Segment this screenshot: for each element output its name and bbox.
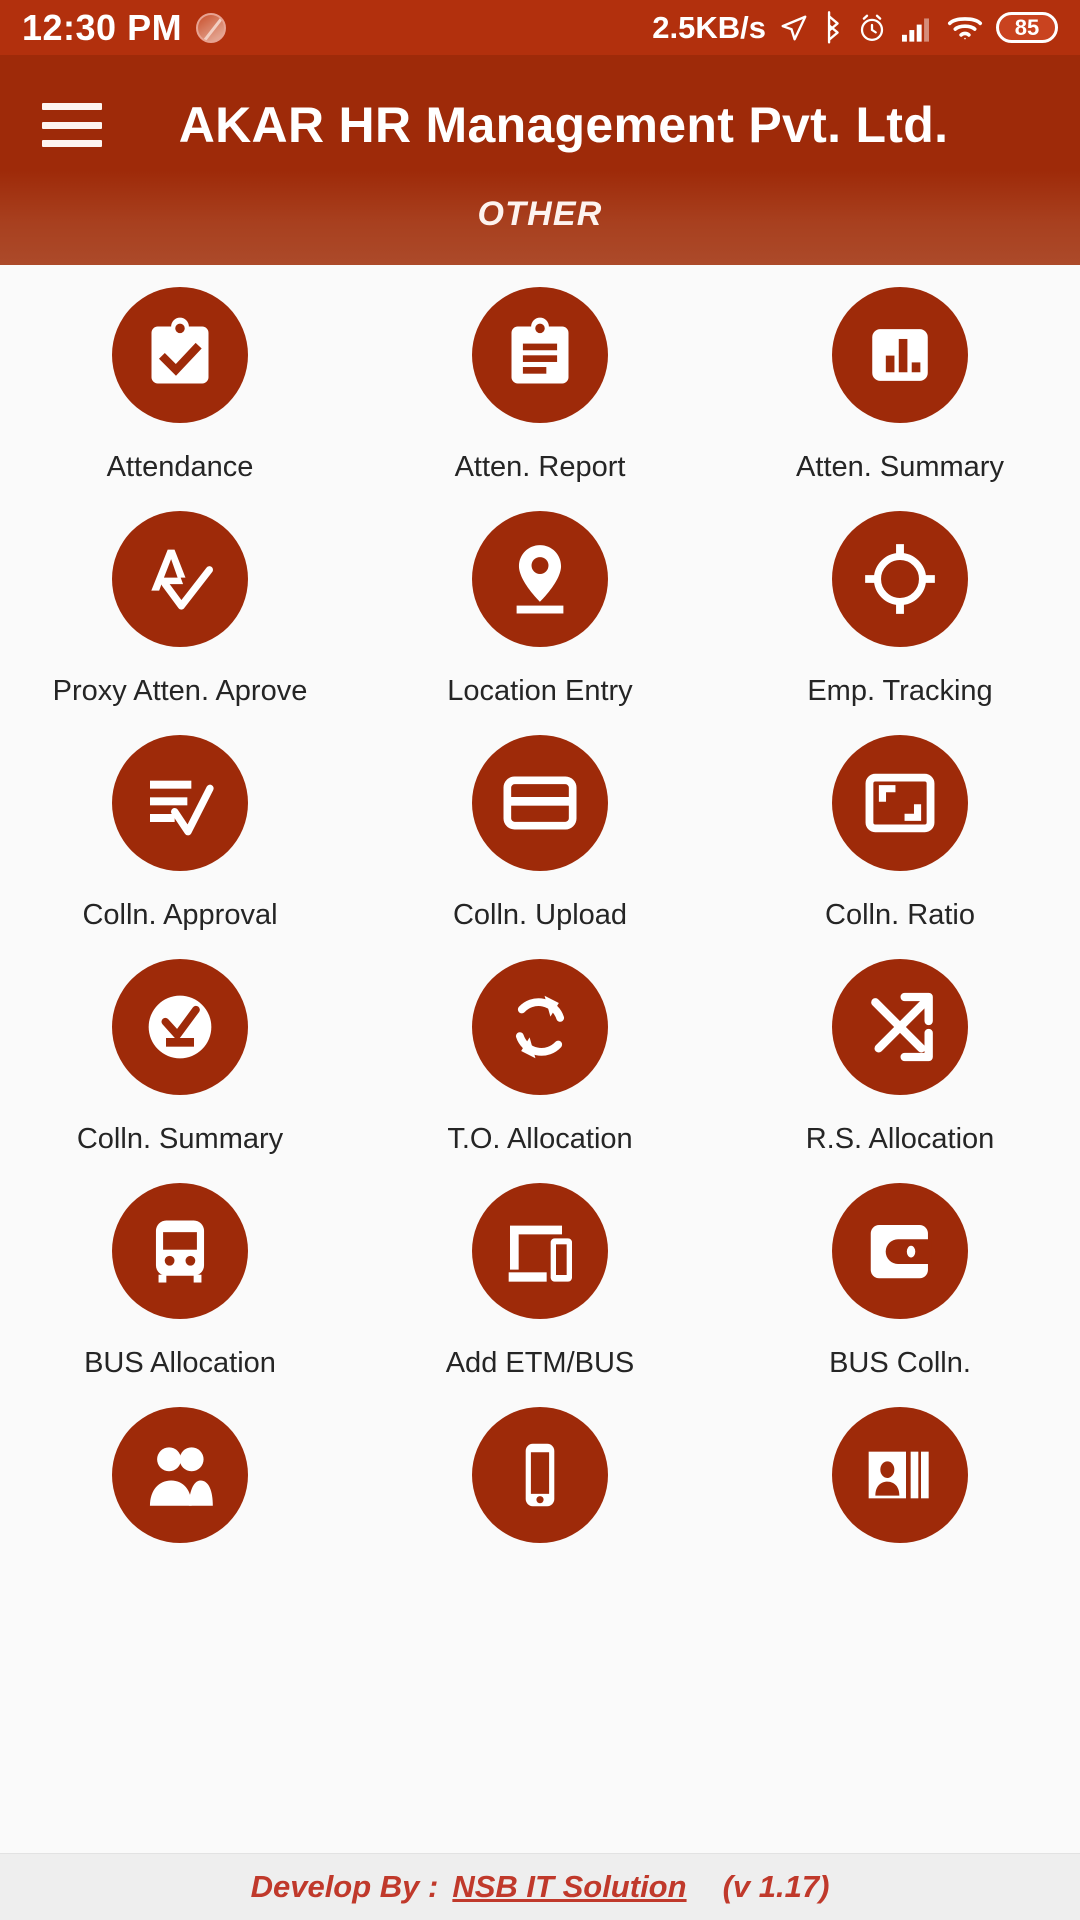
grid-item-proxy-atten-aprove[interactable]: Proxy Atten. Aprove bbox=[0, 511, 360, 735]
icon-badge bbox=[112, 1183, 248, 1319]
battery-level-text: 85 bbox=[1014, 14, 1040, 40]
bus-front-icon bbox=[155, 1220, 205, 1283]
icon-badge bbox=[832, 511, 968, 647]
grid-item-label: Colln. Upload bbox=[452, 899, 628, 931]
icon-badge bbox=[472, 287, 608, 423]
grid-item-label: Colln. Approval bbox=[82, 899, 278, 931]
wallet-coin-icon bbox=[870, 1225, 932, 1279]
circle-check-minus-icon bbox=[148, 995, 212, 1059]
clipboard-check-icon bbox=[151, 317, 209, 384]
footer-prefix-text: Develop By : bbox=[250, 1869, 439, 1904]
grid-item-label: Colln. Summary bbox=[76, 1123, 284, 1155]
icon-badge bbox=[112, 959, 248, 1095]
mobile-phone-icon bbox=[525, 1443, 555, 1507]
grid-item-rs-allocation[interactable]: R.S. Allocation bbox=[720, 959, 1080, 1183]
hamburger-line bbox=[42, 121, 102, 129]
mute-icon bbox=[196, 12, 227, 43]
tab-other[interactable]: OTHER bbox=[478, 195, 603, 234]
tab-strip: OTHER bbox=[0, 195, 1080, 265]
list-check-icon bbox=[150, 780, 214, 836]
grid-item-atten-summary[interactable]: Atten. Summary bbox=[720, 287, 1080, 511]
grid-item-label: BUS Allocation bbox=[84, 1347, 276, 1379]
icon-badge bbox=[832, 1407, 968, 1543]
menu-grid: Attendance Atten. Report Atten. Summary … bbox=[0, 265, 1080, 1631]
hamburger-line bbox=[42, 103, 102, 110]
wifi-icon bbox=[947, 16, 983, 39]
credit-card-icon bbox=[503, 776, 577, 830]
crosshair-target-icon bbox=[865, 544, 935, 614]
grid-item-partial-id-card[interactable] bbox=[720, 1407, 1080, 1631]
grid-item-label: BUS Colln. bbox=[829, 1347, 971, 1379]
grid-item-label: Emp. Tracking bbox=[807, 675, 993, 707]
network-speed-text: 2.5KB/s bbox=[652, 9, 766, 45]
icon-badge bbox=[472, 1407, 608, 1543]
grid-item-bus-allocation[interactable]: BUS Allocation bbox=[0, 1183, 360, 1407]
icon-badge bbox=[472, 1183, 608, 1319]
app-bar-top-row: AKAR HR Management Pvt. Ltd. bbox=[0, 55, 1080, 195]
icon-badge bbox=[832, 287, 968, 423]
two-people-icon bbox=[149, 1447, 213, 1506]
icon-badge bbox=[832, 735, 968, 871]
battery-indicator: 85 bbox=[996, 12, 1058, 43]
grid-item-partial-mobile[interactable] bbox=[360, 1407, 720, 1631]
icon-badge bbox=[832, 959, 968, 1095]
bar-chart-icon bbox=[872, 329, 928, 381]
clipboard-list-icon bbox=[511, 317, 569, 384]
hamburger-line bbox=[42, 140, 102, 147]
icon-badge bbox=[472, 959, 608, 1095]
devices-tablet-phone-icon bbox=[508, 1225, 572, 1282]
cellular-signal-icon bbox=[902, 17, 929, 42]
grid-item-label: Colln. Ratio bbox=[825, 899, 975, 931]
grid-item-label: R.S. Allocation bbox=[805, 1123, 995, 1155]
location-arrow-icon bbox=[781, 15, 807, 40]
grid-item-location-entry[interactable]: Location Entry bbox=[360, 511, 720, 735]
icon-badge bbox=[112, 287, 248, 423]
id-card-icon bbox=[868, 1451, 929, 1499]
status-bar-left: 12:30 PM bbox=[22, 6, 227, 49]
grid-item-to-allocation[interactable]: T.O. Allocation bbox=[360, 959, 720, 1183]
app-bar: AKAR HR Management Pvt. Ltd. OTHER bbox=[0, 55, 1080, 265]
hamburger-menu-icon[interactable] bbox=[42, 103, 102, 147]
grid-item-label: Add ETM/BUS bbox=[445, 1347, 635, 1379]
alarm-clock-icon bbox=[860, 14, 884, 41]
icon-badge bbox=[112, 1407, 248, 1543]
grid-item-attendance[interactable]: Attendance bbox=[0, 287, 360, 511]
grid-item-label: Atten. Summary bbox=[796, 451, 1004, 483]
grid-item-bus-colln[interactable]: BUS Colln. bbox=[720, 1183, 1080, 1407]
grid-item-label: Atten. Report bbox=[454, 451, 626, 483]
grid-item-label: Location Entry bbox=[447, 675, 633, 707]
bluetooth-icon bbox=[827, 10, 839, 44]
icon-badge bbox=[112, 511, 248, 647]
grid-item-emp-tracking[interactable]: Emp. Tracking bbox=[720, 511, 1080, 735]
grid-item-add-etm-bus[interactable]: Add ETM/BUS bbox=[360, 1183, 720, 1407]
status-bar: 12:30 PM 2.5KB/s 85 bbox=[0, 0, 1080, 55]
footer-version-text: (v 1.17) bbox=[722, 1869, 830, 1904]
icon-badge bbox=[112, 735, 248, 871]
grid-item-label: T.O. Allocation bbox=[447, 1123, 633, 1155]
icon-badge bbox=[472, 735, 608, 871]
grid-item-label: Attendance bbox=[106, 451, 254, 483]
grid-item-partial-people[interactable] bbox=[0, 1407, 360, 1631]
map-pin-icon bbox=[516, 545, 564, 614]
resize-frame-icon bbox=[865, 773, 935, 833]
grid-item-label: Proxy Atten. Aprove bbox=[52, 675, 308, 707]
icon-badge bbox=[472, 511, 608, 647]
grid-item-colln-ratio[interactable]: Colln. Ratio bbox=[720, 735, 1080, 959]
grid-item-atten-report[interactable]: Atten. Report bbox=[360, 287, 720, 511]
page-title: AKAR HR Management Pvt. Ltd. bbox=[178, 97, 949, 153]
letter-a-check-icon bbox=[151, 549, 213, 610]
status-bar-right: 2.5KB/s 85 bbox=[652, 10, 1058, 46]
shuffle-arrows-icon bbox=[871, 992, 933, 1062]
grid-item-colln-summary[interactable]: Colln. Summary bbox=[0, 959, 360, 1183]
grid-item-colln-upload[interactable]: Colln. Upload bbox=[360, 735, 720, 959]
refresh-sync-icon bbox=[515, 995, 565, 1059]
footer-bar: Develop By : NSB IT Solution (v 1.17) bbox=[0, 1853, 1080, 1920]
icon-badge bbox=[832, 1183, 968, 1319]
grid-item-colln-approval[interactable]: Colln. Approval bbox=[0, 735, 360, 959]
menu-grid-scroll-area[interactable]: Attendance Atten. Report Atten. Summary … bbox=[0, 265, 1080, 1853]
status-clock: 12:30 PM bbox=[22, 6, 183, 48]
footer-developer-link[interactable]: NSB IT Solution bbox=[452, 1869, 686, 1905]
